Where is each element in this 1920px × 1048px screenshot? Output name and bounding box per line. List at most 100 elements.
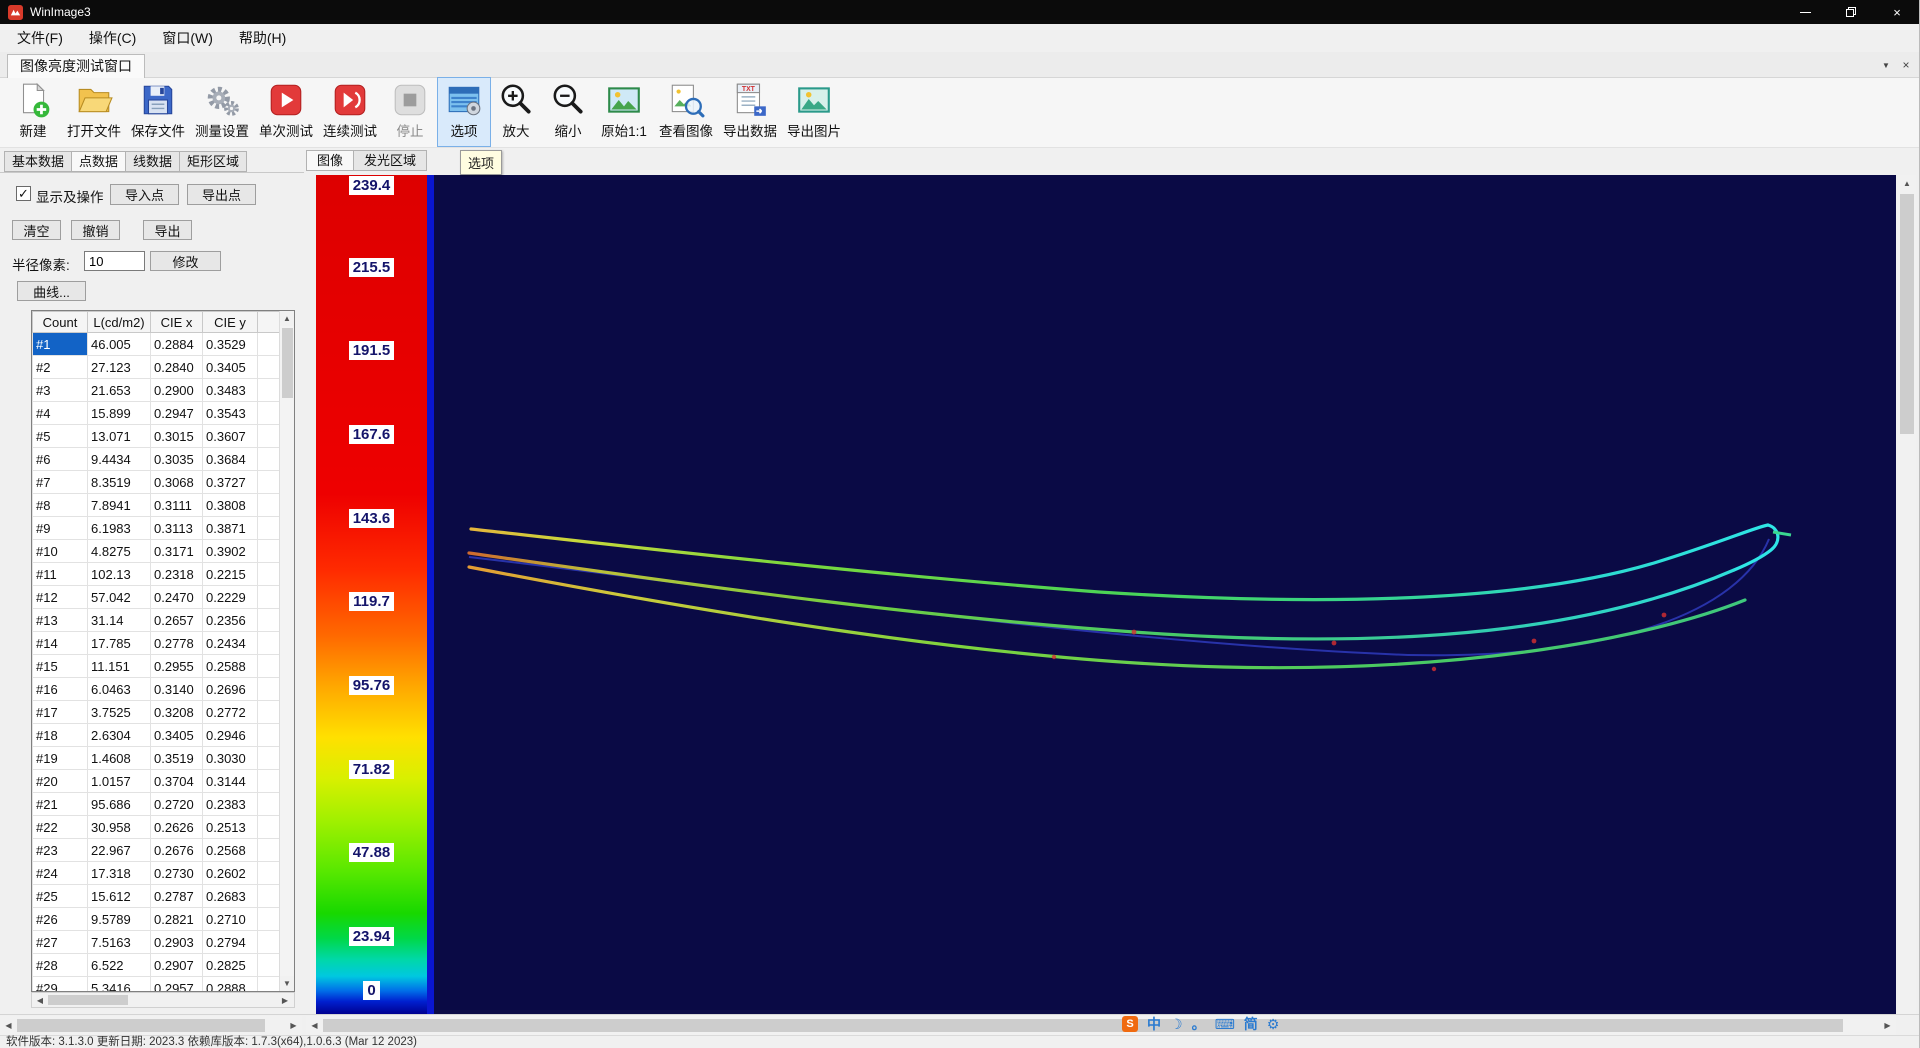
punctuation-icon[interactable]: 。 — [1192, 1015, 1206, 1033]
table-horizontal-scrollbar[interactable]: ◀ ▶ — [31, 992, 295, 1008]
continuous-test-button[interactable]: 连续测试 — [318, 78, 382, 146]
single-test-button[interactable]: 单次测试 — [254, 78, 318, 146]
table-row[interactable]: #28 6.522 0.2907 0.2825 — [33, 954, 281, 977]
export-button[interactable]: 导出 — [143, 220, 192, 240]
export-image-button[interactable]: 导出图片 — [782, 78, 846, 146]
tab-rect-area[interactable]: 矩形区域 — [179, 151, 247, 172]
minimize-button[interactable] — [1782, 0, 1828, 24]
main-vertical-scrollbar[interactable]: ▲ ▼ — [1898, 175, 1916, 1035]
measure-settings-button[interactable]: 测量设置 — [190, 78, 254, 146]
undo-button[interactable]: 撤销 — [71, 220, 120, 240]
table-row[interactable]: #19 1.4608 0.3519 0.3030 — [33, 747, 281, 770]
export-point-button[interactable]: 导出点 — [187, 184, 256, 205]
new-button[interactable]: 新建 — [4, 78, 62, 146]
table-row[interactable]: #26 9.5789 0.2821 0.2710 — [33, 908, 281, 931]
scroll-thumb[interactable] — [1900, 194, 1914, 434]
menu-item-operate[interactable]: 操作(C) — [76, 24, 149, 52]
view-image-button[interactable]: 查看图像 — [654, 78, 718, 146]
scroll-right-icon[interactable]: ▶ — [1879, 1016, 1896, 1035]
table-row[interactable]: #12 57.042 0.2470 0.2229 — [33, 586, 281, 609]
table-vertical-scrollbar[interactable]: ▲ ▼ — [279, 311, 294, 991]
table-row[interactable]: #11 102.13 0.2318 0.2215 — [33, 563, 281, 586]
table-row[interactable]: #25 15.612 0.2787 0.2683 — [33, 885, 281, 908]
close-button[interactable]: × — [1874, 0, 1920, 24]
tab-close-icon[interactable]: × — [1898, 57, 1914, 73]
table-row[interactable]: #9 6.1983 0.3113 0.3871 — [33, 517, 281, 540]
cell-cie-y: 0.2683 — [203, 885, 258, 908]
scroll-left-icon[interactable]: ◀ — [32, 993, 48, 1007]
stop-button[interactable]: 停止 — [382, 78, 438, 146]
table-row[interactable]: #7 8.3519 0.3068 0.3727 — [33, 471, 281, 494]
tab-list-dropdown-icon[interactable]: ▼ — [1878, 57, 1894, 73]
table-row[interactable]: #27 7.5163 0.2903 0.2794 — [33, 931, 281, 954]
restore-button[interactable] — [1828, 0, 1874, 24]
table-row[interactable]: #24 17.318 0.2730 0.2602 — [33, 862, 281, 885]
table-row[interactable]: #2 27.123 0.2840 0.3405 — [33, 356, 281, 379]
table-row[interactable]: #13 31.14 0.2657 0.2356 — [33, 609, 281, 632]
table-row[interactable]: #5 13.071 0.3015 0.3607 — [33, 425, 281, 448]
table-row[interactable]: #6 9.4434 0.3035 0.3684 — [33, 448, 281, 471]
clear-button[interactable]: 清空 — [12, 220, 61, 240]
half-moon-icon[interactable]: ☽ — [1170, 1015, 1183, 1033]
scroll-thumb[interactable] — [17, 1019, 265, 1032]
table-row[interactable]: #22 30.958 0.2626 0.2513 — [33, 816, 281, 839]
curve-button[interactable]: 曲线... — [17, 281, 86, 301]
menu-item-file[interactable]: 文件(F) — [4, 24, 76, 52]
scroll-thumb[interactable] — [48, 995, 128, 1005]
export-data-button[interactable]: TXT 导出数据 — [718, 78, 782, 146]
table-row[interactable]: #4 15.899 0.2947 0.3543 — [33, 402, 281, 425]
table-row[interactable]: #16 6.0463 0.3140 0.2696 — [33, 678, 281, 701]
import-point-button[interactable]: 导入点 — [110, 184, 179, 205]
tab-image-view[interactable]: 图像 — [306, 150, 354, 171]
table-row[interactable]: #3 21.653 0.2900 0.3483 — [33, 379, 281, 402]
scroll-thumb[interactable] — [282, 328, 293, 398]
tab-emitting-area[interactable]: 发光区域 — [353, 150, 427, 171]
table-row[interactable]: #15 11.151 0.2955 0.2588 — [33, 655, 281, 678]
scroll-right-icon[interactable]: ▶ — [285, 1016, 302, 1035]
scroll-thumb[interactable] — [323, 1019, 1843, 1032]
tab-image-brightness-test-window[interactable]: 图像亮度测试窗口 — [7, 54, 145, 78]
table-row[interactable]: #23 22.967 0.2676 0.2568 — [33, 839, 281, 862]
chinese-mode-icon[interactable]: 中 — [1147, 1015, 1161, 1033]
menu-item-help[interactable]: 帮助(H) — [226, 24, 299, 52]
zoom-out-button[interactable]: 缩小 — [542, 78, 594, 146]
zoom-in-button[interactable]: 放大 — [490, 78, 542, 146]
cell-luminance: 1.4608 — [88, 747, 151, 770]
simplified-chinese-icon[interactable]: 简 — [1244, 1015, 1258, 1033]
menu-item-window[interactable]: 窗口(W) — [149, 24, 226, 52]
table-row[interactable]: #1 46.005 0.2884 0.3529 — [33, 333, 281, 356]
colorbar-label: 23.94 — [349, 927, 395, 946]
scroll-up-icon[interactable]: ▲ — [280, 311, 294, 326]
soft-keyboard-icon[interactable]: ⌨ — [1215, 1015, 1235, 1033]
left-panel-horizontal-scrollbar[interactable]: ◀ ▶ — [0, 1016, 302, 1035]
window-title: WinImage3 — [30, 5, 91, 19]
table-row[interactable]: #14 17.785 0.2778 0.2434 — [33, 632, 281, 655]
main-horizontal-scrollbar[interactable]: ◀ ▶ — [306, 1016, 1896, 1035]
table-row[interactable]: #20 1.0157 0.3704 0.3144 — [33, 770, 281, 793]
table-row[interactable]: #18 2.6304 0.3405 0.2946 — [33, 724, 281, 747]
scroll-left-icon[interactable]: ◀ — [306, 1016, 323, 1035]
display-operate-checkbox[interactable]: ✓ — [16, 186, 31, 201]
cell-count: #2 — [33, 356, 88, 379]
radius-input[interactable] — [84, 251, 145, 271]
ime-settings-icon[interactable]: ⚙ — [1267, 1015, 1280, 1033]
scroll-down-icon[interactable]: ▼ — [280, 976, 294, 991]
table-row[interactable]: #21 95.686 0.2720 0.2383 — [33, 793, 281, 816]
options-button[interactable]: 选项 — [438, 78, 490, 146]
tab-basic-data[interactable]: 基本数据 — [4, 151, 72, 172]
scroll-right-icon[interactable]: ▶ — [277, 993, 293, 1007]
scroll-left-icon[interactable]: ◀ — [0, 1016, 17, 1035]
table-row[interactable]: #10 4.8275 0.3171 0.3902 — [33, 540, 281, 563]
tab-line-data[interactable]: 线数据 — [125, 151, 180, 172]
table-row[interactable]: #8 7.8941 0.3111 0.3808 — [33, 494, 281, 517]
original-1to1-button[interactable]: 原始1:1 — [594, 78, 654, 146]
modify-button[interactable]: 修改 — [150, 251, 221, 271]
table-row[interactable]: #17 3.7525 0.3208 0.2772 — [33, 701, 281, 724]
save-file-button[interactable]: 保存文件 — [126, 78, 190, 146]
sogou-input-icon[interactable]: S — [1122, 1016, 1138, 1032]
measurement-image-canvas[interactable] — [434, 175, 1896, 1014]
open-file-button[interactable]: 打开文件 — [62, 78, 126, 146]
tab-point-data[interactable]: 点数据 — [71, 151, 126, 172]
scroll-up-icon[interactable]: ▲ — [1898, 175, 1916, 192]
table-row[interactable]: #29 5.3416 0.2957 0.2888 — [33, 977, 281, 993]
